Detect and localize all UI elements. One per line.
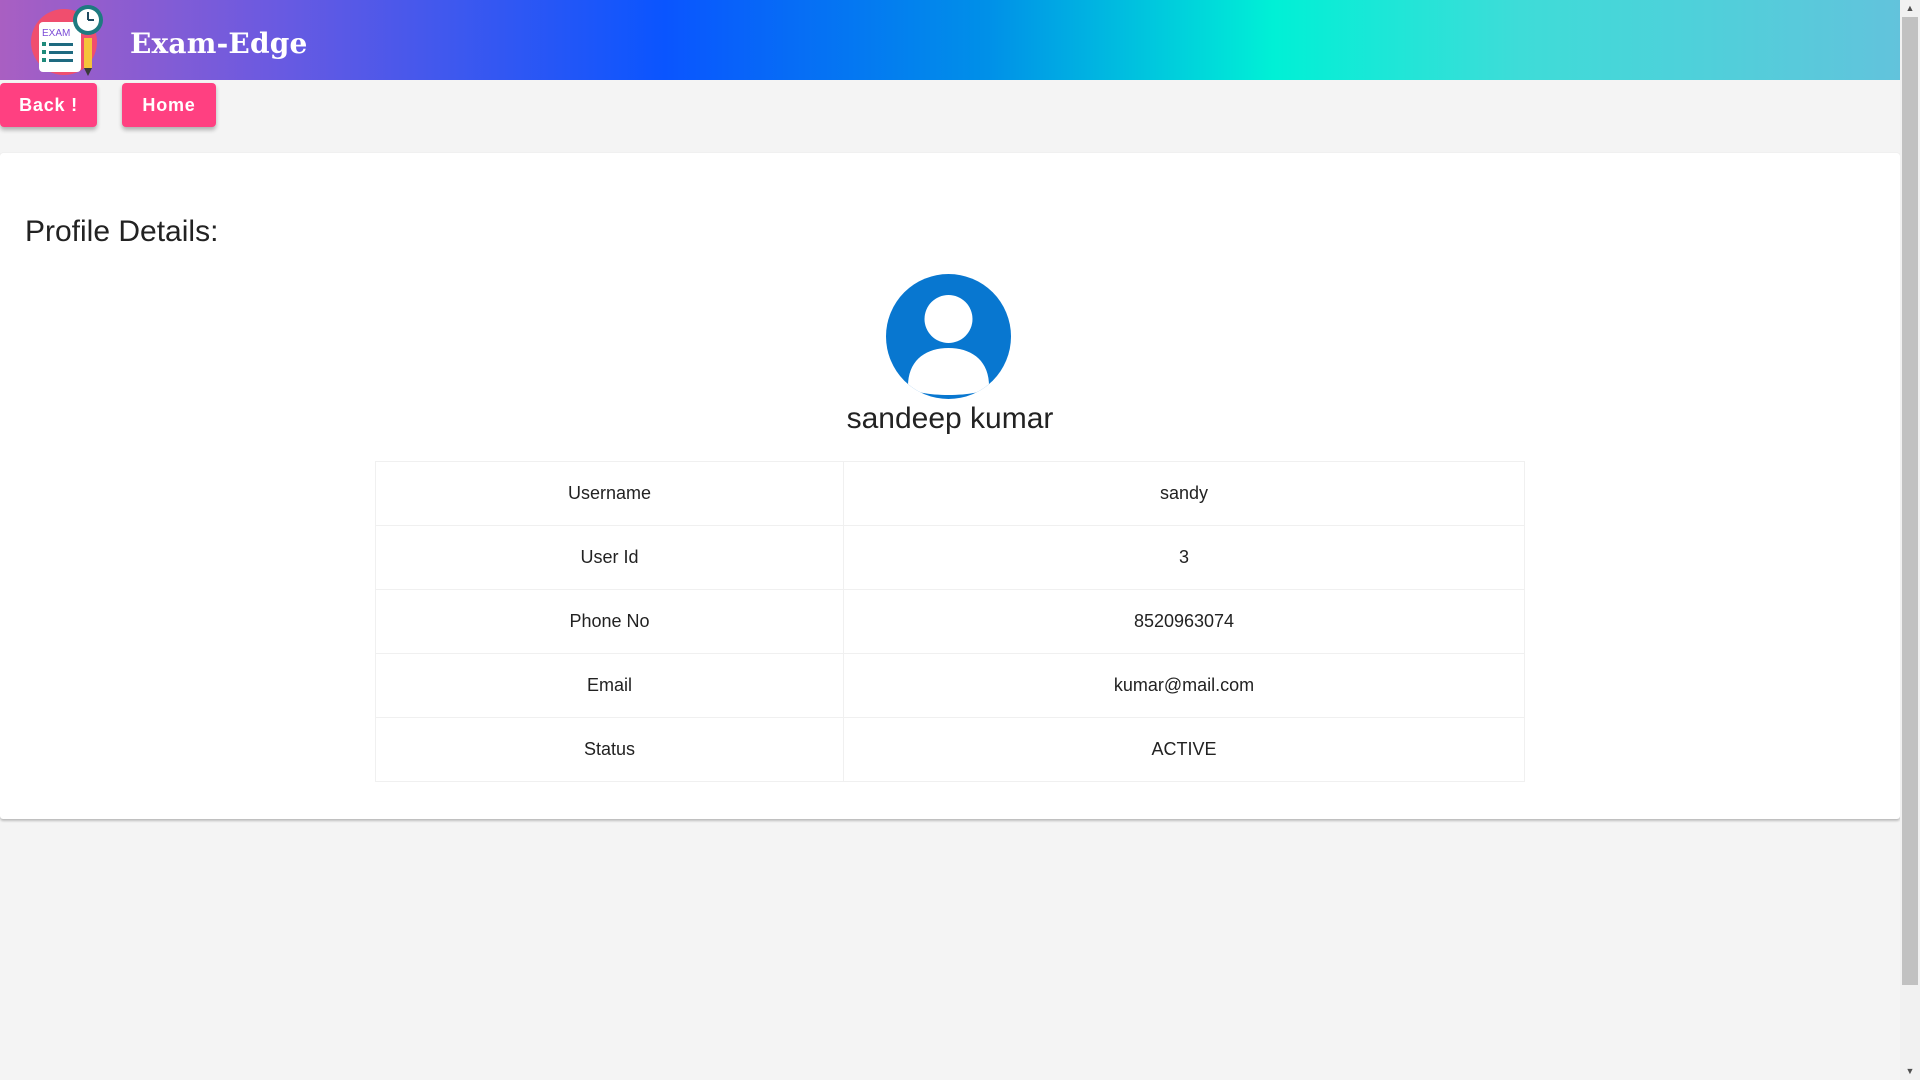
- table-row: User Id 3: [375, 525, 1525, 590]
- detail-value: 3: [843, 525, 1525, 590]
- svg-text:EXAM: EXAM: [42, 28, 70, 39]
- vertical-scrollbar[interactable]: ▲ ▼: [1900, 0, 1920, 1080]
- detail-value: ACTIVE: [843, 717, 1525, 782]
- scrollbar-thumb[interactable]: [1902, 17, 1918, 985]
- detail-label: Email: [375, 653, 844, 718]
- top-toolbar: EXAM Exam-Edge: [0, 0, 1900, 80]
- detail-label: Username: [375, 461, 844, 526]
- home-button[interactable]: Home: [122, 83, 216, 127]
- profile-card: Profile Details: sandeep kumar Username …: [0, 153, 1900, 819]
- table-row: Phone No 8520963074: [375, 589, 1525, 654]
- detail-value: sandy: [843, 461, 1525, 526]
- table-row: Status ACTIVE: [375, 717, 1525, 782]
- exam-logo-icon[interactable]: EXAM: [30, 2, 106, 78]
- detail-label: User Id: [375, 525, 844, 590]
- detail-label: Phone No: [375, 589, 844, 654]
- table-row: Email kumar@mail.com: [375, 653, 1525, 718]
- detail-label: Status: [375, 717, 844, 782]
- back-button[interactable]: Back !: [0, 83, 97, 127]
- detail-value: 8520963074: [843, 589, 1525, 654]
- profile-full-name: sandeep kumar: [846, 402, 1054, 435]
- user-avatar-icon: [886, 274, 1011, 399]
- brand-title: Exam-Edge: [130, 27, 308, 60]
- table-row: Username sandy: [375, 461, 1525, 526]
- profile-details-table: Username sandy User Id 3 Phone No 852096…: [375, 461, 1525, 782]
- page: EXAM Exam-Edge Back ! Home Profile Detai…: [0, 0, 1900, 1080]
- scroll-up-icon[interactable]: ▲: [1900, 0, 1920, 17]
- page-title: Profile Details:: [25, 215, 219, 248]
- scroll-down-icon[interactable]: ▼: [1900, 1063, 1920, 1080]
- detail-value: kumar@mail.com: [843, 653, 1525, 718]
